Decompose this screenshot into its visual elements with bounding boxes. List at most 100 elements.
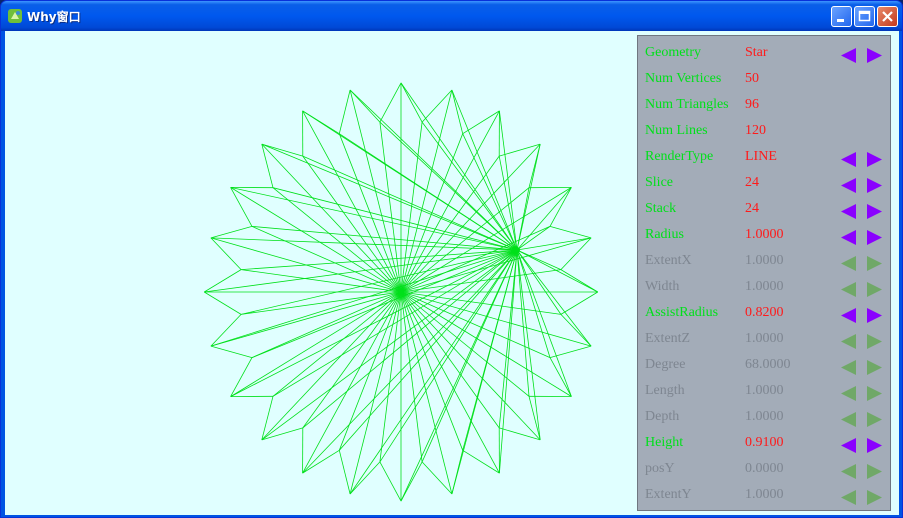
property-value: LINE [745, 149, 777, 164]
property-row-stack: Stack 24 [638, 198, 890, 222]
wire-edge [516, 249, 592, 347]
property-label: ExtentY [645, 487, 692, 502]
decrease-arrow-icon[interactable] [840, 47, 858, 64]
decrease-arrow-icon[interactable] [840, 151, 858, 168]
decrease-arrow-icon[interactable] [840, 203, 858, 220]
property-label: Depth [645, 409, 680, 424]
wire-edge [560, 291, 599, 315]
property-row-extenty: ExtentY 1.0000 [638, 484, 890, 508]
increase-arrow-icon [867, 412, 882, 427]
minimize-icon [837, 19, 844, 22]
wire-edge [302, 249, 518, 429]
property-label: RenderType [645, 149, 714, 164]
property-value: 24 [745, 201, 759, 216]
wire-edge [210, 237, 242, 270]
property-row-rendertype: RenderType LINE [638, 146, 890, 170]
title-bar[interactable]: Why窗口 [1, 1, 902, 31]
wire-edge [261, 144, 274, 188]
increase-arrow-icon[interactable] [865, 151, 883, 168]
increase-arrow-icon [867, 464, 882, 479]
decrease-arrow-icon [841, 386, 856, 401]
wire-edge [400, 226, 551, 293]
increase-arrow-icon[interactable] [865, 437, 883, 454]
property-value: 1.0000 [745, 227, 784, 242]
property-label: posY [645, 461, 675, 476]
decrease-arrow-icon[interactable] [840, 307, 858, 324]
wire-edge [261, 143, 402, 293]
property-value: 1.0000 [745, 409, 784, 424]
property-row-height: Height 0.9100 [638, 432, 890, 456]
wire-edge [379, 121, 518, 251]
close-icon [882, 11, 893, 22]
wire-edge [349, 249, 518, 495]
wire-edge [210, 345, 253, 358]
wire-edge [203, 291, 242, 315]
maximize-button[interactable] [854, 6, 875, 27]
decrease-arrow-icon [841, 412, 856, 427]
increase-arrow-icon [867, 490, 882, 505]
property-value: 1.0000 [745, 331, 784, 346]
wireframe-star-canvas [203, 82, 599, 502]
wire-edge [516, 249, 598, 293]
property-panel: Geometry Star Num Vertices 50 Num Triangles 9… [637, 35, 891, 511]
property-value: 68.0000 [745, 357, 791, 372]
wire-edge [338, 89, 351, 134]
increase-arrow-icon[interactable] [865, 177, 883, 194]
increase-arrow-icon[interactable] [865, 307, 883, 324]
property-row-degree: Degree 68.0000 [638, 354, 890, 378]
decrease-arrow-icon [841, 256, 856, 271]
wire-edge [338, 291, 402, 451]
property-row-width: Width 1.0000 [638, 276, 890, 300]
increase-arrow-icon [867, 256, 882, 271]
increase-arrow-icon [867, 360, 882, 375]
wire-edge [400, 291, 453, 495]
wire-edge [400, 461, 423, 502]
render-viewport[interactable]: Geometry Star Num Vertices 50 Num Triangles 9… [5, 31, 899, 515]
wire-edge [516, 187, 572, 251]
wire-edge [210, 291, 402, 347]
wire-edge [400, 187, 572, 293]
property-value: 1.0000 [745, 383, 784, 398]
property-value: 0.9100 [745, 435, 784, 450]
property-value: 1.0000 [745, 279, 784, 294]
property-value: 1.0000 [745, 487, 784, 502]
minimize-button[interactable] [831, 6, 852, 27]
wire-edge [516, 187, 530, 251]
property-value: 50 [745, 71, 759, 86]
property-row-radius: Radius 1.0000 [638, 224, 890, 248]
wire-edge [516, 249, 530, 397]
wire-edge [230, 187, 253, 227]
wire-edge [516, 226, 551, 251]
wire-edge [549, 226, 592, 239]
property-value: 96 [745, 97, 759, 112]
wire-edge [251, 226, 402, 293]
property-row-num-triangles: Num Triangles 96 [638, 94, 890, 118]
window-title: Why窗口 [27, 10, 81, 24]
property-label: Num Lines [645, 123, 708, 138]
close-button[interactable] [877, 6, 898, 27]
decrease-arrow-icon[interactable] [840, 229, 858, 246]
wire-edge [528, 396, 541, 440]
property-label: Width [645, 279, 680, 294]
wire-edge [400, 291, 592, 347]
decrease-arrow-icon[interactable] [840, 177, 858, 194]
property-label: Geometry [645, 45, 701, 60]
property-label: AssistRadius [645, 305, 719, 320]
wire-edge [379, 249, 518, 463]
decrease-arrow-icon [841, 360, 856, 375]
property-label: Radius [645, 227, 684, 242]
property-label: Num Vertices [645, 71, 722, 86]
wire-edge [302, 291, 402, 474]
decrease-arrow-icon[interactable] [840, 437, 858, 454]
wire-edge [421, 461, 453, 495]
property-label: ExtentX [645, 253, 692, 268]
property-row-extentx: ExtentX 1.0000 [638, 250, 890, 274]
wire-edge [400, 110, 500, 293]
increase-arrow-icon[interactable] [865, 47, 883, 64]
property-value: 120 [745, 123, 766, 138]
property-label: Length [645, 383, 685, 398]
increase-arrow-icon[interactable] [865, 229, 883, 246]
increase-arrow-icon[interactable] [865, 203, 883, 220]
wire-edge [272, 249, 518, 397]
wire-edge [261, 291, 402, 441]
